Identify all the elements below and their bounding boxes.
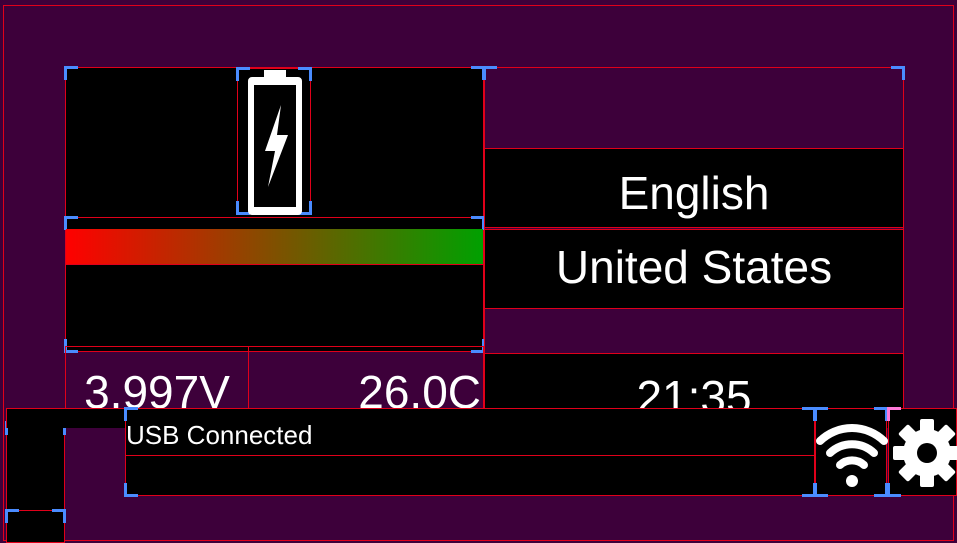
battery-level-fill: [66, 229, 483, 264]
usb-status: USB Connected: [126, 420, 313, 450]
language-selector[interactable]: English: [484, 148, 904, 228]
battery-charging-icon: [236, 67, 312, 215]
region-selector[interactable]: United States: [484, 229, 904, 309]
left-stub-lower: [5, 509, 66, 543]
gear-icon[interactable]: [887, 407, 957, 497]
usb-status-line: [126, 455, 814, 456]
battery-level-bar: [64, 216, 485, 265]
wifi-icon[interactable]: [814, 407, 888, 497]
left-stub: [5, 421, 66, 512]
